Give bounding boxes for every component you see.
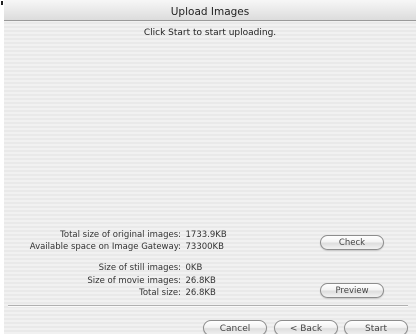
stat-available-space: Available space on Image Gateway: 73300K…: [4, 241, 304, 253]
start-button[interactable]: Start: [344, 320, 408, 334]
size-stats: Total size of original images: 1733.9KB …: [4, 0, 304, 334]
still-images-value: 0KB: [185, 263, 203, 273]
movie-images-value: 26.8KB: [185, 276, 216, 286]
corner-mark: [1, 1, 3, 5]
button-separator: [8, 305, 408, 307]
back-button[interactable]: < Back: [274, 320, 338, 334]
stat-still-images: Size of still images: 0KB: [4, 262, 304, 274]
total-size-label: Total size:: [139, 288, 181, 298]
preview-button[interactable]: Preview: [320, 283, 384, 298]
movie-images-label: Size of movie images:: [87, 276, 181, 286]
cancel-button[interactable]: Cancel: [203, 320, 267, 334]
total-original-label: Total size of original images:: [60, 230, 181, 240]
check-button[interactable]: Check: [320, 235, 384, 250]
available-space-value: 73300KB: [185, 242, 224, 252]
total-size-value: 26.8KB: [185, 288, 216, 298]
still-images-label: Size of still images:: [98, 263, 181, 273]
stat-total-size: Total size: 26.8KB: [4, 287, 304, 299]
stat-movie-images: Size of movie images: 26.8KB: [4, 275, 304, 287]
total-original-value: 1733.9KB: [185, 230, 227, 240]
available-space-label: Available space on Image Gateway:: [29, 242, 181, 252]
upload-images-dialog: Upload Images Click Start to start uploa…: [0, 0, 416, 334]
stat-total-original: Total size of original images: 1733.9KB: [4, 229, 304, 241]
